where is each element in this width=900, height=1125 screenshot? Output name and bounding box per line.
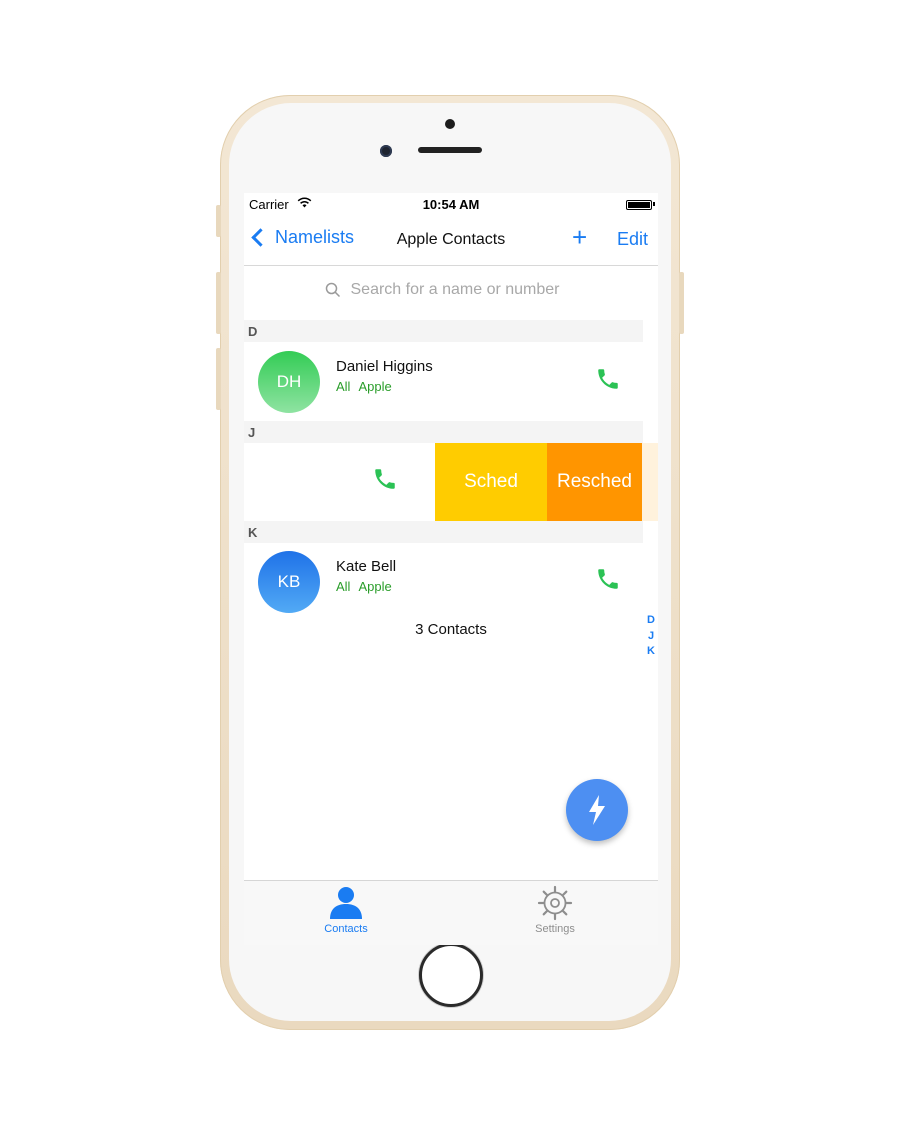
resched-action-button[interactable]: Resched — [547, 443, 642, 521]
volume-up-button — [216, 272, 221, 334]
index-letter-d[interactable]: D — [646, 614, 656, 630]
tab-settings[interactable]: Settings — [495, 885, 615, 935]
swipe-action-edge — [642, 443, 658, 521]
proximity-sensor — [445, 119, 455, 129]
contact-row-daniel-higgins[interactable]: DH Daniel Higgins All Apple — [244, 343, 658, 421]
section-header-j: J — [244, 421, 643, 443]
tab-contacts-label: Contacts — [324, 923, 368, 935]
tab-contacts[interactable]: Contacts — [286, 885, 406, 935]
tag-label[interactable]: Apple — [358, 379, 391, 394]
tag-label[interactable]: All — [336, 579, 350, 594]
phone-call-icon[interactable] — [372, 466, 398, 492]
home-button[interactable] — [419, 943, 483, 1007]
front-camera — [380, 145, 392, 157]
lightning-bolt-icon — [589, 795, 605, 825]
gear-icon — [537, 885, 573, 921]
status-time: 10:54 AM — [422, 197, 480, 212]
person-icon — [330, 887, 362, 919]
sched-action-button[interactable]: Sched — [435, 443, 547, 521]
contact-tags: All Apple — [336, 379, 400, 394]
contact-row-swiped[interactable]: Sched Resched — [244, 443, 658, 521]
index-letter-k[interactable]: K — [646, 645, 656, 661]
contact-name: Daniel Higgins — [336, 358, 433, 375]
contact-row-kate-bell[interactable]: KB Kate Bell All Apple — [244, 543, 658, 621]
section-index[interactable]: D J K — [646, 614, 656, 661]
resched-action-label: Resched — [557, 471, 632, 492]
contact-name: Kate Bell — [336, 558, 397, 575]
contact-tags: All Apple — [336, 579, 400, 594]
section-letter: D — [248, 324, 258, 339]
avatar-initials: DH — [276, 372, 302, 391]
battery-tip — [653, 202, 655, 206]
section-header-k: K — [244, 521, 643, 543]
phone-call-icon[interactable] — [595, 366, 621, 392]
contact-count: 3 Contacts — [415, 621, 487, 638]
search-icon — [325, 282, 340, 298]
search-input[interactable] — [348, 280, 578, 300]
section-header-d: D — [244, 320, 643, 342]
app-screen: Carrier 10:54 AM Namelists Apple Contact… — [244, 193, 658, 945]
avatar: DH — [258, 351, 320, 413]
status-bar: Carrier 10:54 AM — [244, 193, 658, 215]
navigation-bar: Namelists Apple Contacts + Edit — [244, 215, 658, 266]
tag-label[interactable]: Apple — [358, 579, 391, 594]
phone-call-icon[interactable] — [595, 566, 621, 592]
mute-switch — [216, 205, 221, 237]
quick-action-button[interactable] — [566, 779, 628, 841]
section-letter: J — [248, 425, 256, 440]
page-title: Apple Contacts — [396, 231, 506, 248]
sched-action-label: Sched — [464, 471, 518, 492]
tab-settings-label: Settings — [535, 923, 575, 935]
section-letter: K — [248, 525, 258, 540]
add-contact-button[interactable]: + — [572, 222, 587, 253]
tag-label[interactable]: All — [336, 379, 350, 394]
battery-icon — [626, 200, 652, 210]
avatar: KB — [258, 551, 320, 613]
index-letter-j[interactable]: J — [646, 630, 656, 646]
earpiece-speaker — [418, 147, 482, 153]
edit-button[interactable]: Edit — [617, 229, 648, 250]
search-bar — [244, 266, 658, 316]
volume-down-button — [216, 348, 221, 410]
power-button — [679, 272, 684, 334]
avatar-initials: KB — [277, 572, 301, 591]
tab-bar: Contacts Settings — [244, 880, 658, 945]
